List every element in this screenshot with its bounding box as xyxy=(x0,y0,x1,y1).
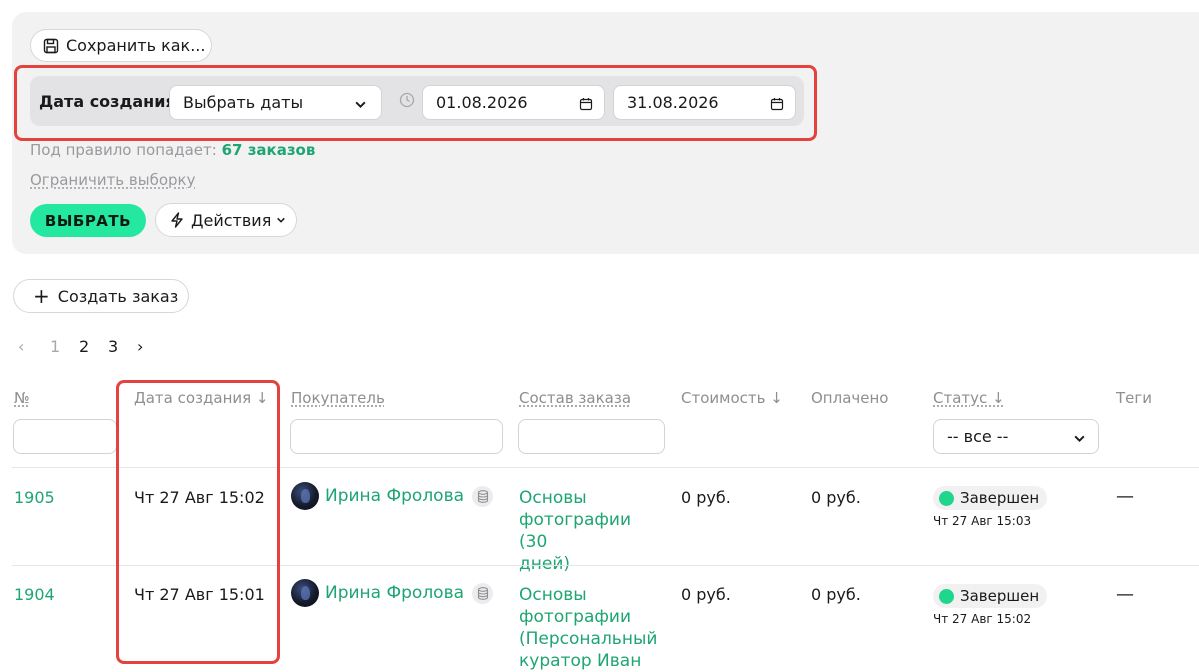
pagination-page-3[interactable]: 3 xyxy=(108,337,118,356)
pagination-page-2[interactable]: 2 xyxy=(79,337,89,356)
chevron-down-icon xyxy=(1073,430,1086,449)
rule-match-link[interactable]: 67 заказов xyxy=(222,141,316,159)
order-paid: 0 руб. xyxy=(811,585,861,604)
plus-icon: + xyxy=(33,284,50,308)
pagination-next[interactable]: › xyxy=(137,337,143,356)
header-paid[interactable]: Оплачено xyxy=(811,389,888,407)
header-tags: Теги xyxy=(1116,389,1153,407)
order-items-filter-input[interactable] xyxy=(518,419,665,454)
order-cost: 0 руб. xyxy=(681,585,731,604)
header-cost[interactable]: Стоимость ↓ xyxy=(681,389,783,407)
status-label: Завершен xyxy=(960,489,1040,507)
date-to-value: 31.08.2026 xyxy=(627,93,719,112)
customer-cell: Ирина Фролова xyxy=(291,482,494,510)
order-id-link[interactable]: 1904 xyxy=(14,585,55,604)
header-customer[interactable]: Покупатель xyxy=(291,389,385,407)
period-select-value: Выбрать даты xyxy=(183,93,304,112)
row-divider xyxy=(12,467,1199,468)
order-item-line: (Персональный xyxy=(519,629,658,649)
status-dot-icon xyxy=(939,588,954,604)
pagination-page-1[interactable]: 1 xyxy=(50,337,60,356)
order-cost: 0 руб. xyxy=(681,488,731,507)
actions-button[interactable]: Действия xyxy=(155,203,297,237)
save-icon xyxy=(43,38,59,54)
order-created-date: Чт 27 Авг 15:02 xyxy=(134,488,265,507)
date-from-input[interactable]: 01.08.2026 xyxy=(422,85,605,120)
database-icon xyxy=(472,485,494,507)
period-select[interactable]: Выбрать даты xyxy=(169,85,382,120)
order-items-link[interactable]: Основы фотографии (30 дней) xyxy=(519,487,659,575)
save-as-label: Сохранить как... xyxy=(66,36,206,55)
customer-cell: Ирина Фролова xyxy=(291,579,494,607)
chevron-down-icon xyxy=(276,215,286,225)
pagination-prev[interactable]: ‹ xyxy=(18,337,24,356)
actions-label: Действия xyxy=(191,210,272,230)
create-order-label: Создать заказ xyxy=(57,286,179,306)
rule-field-label: Дата создания xyxy=(39,92,176,111)
rule-row: Дата создания Выбрать даты 01.08.2026 31… xyxy=(30,76,804,126)
select-button[interactable]: ВЫБРАТЬ xyxy=(30,204,146,237)
row-divider xyxy=(12,565,1199,566)
status-badge: Завершен xyxy=(933,486,1048,510)
status-badge: Завершен xyxy=(933,584,1048,608)
status-timestamp: Чт 27 Авг 15:02 xyxy=(933,612,1032,626)
highlight-frame-date-column xyxy=(116,380,280,664)
order-item-line: фотографии (30 xyxy=(519,510,632,552)
status-cell: Завершен Чт 27 Авг 15:03 xyxy=(933,486,1048,528)
header-created-date[interactable]: Дата создания ↓ xyxy=(134,389,269,407)
tags-value: — xyxy=(1116,486,1134,507)
order-item-line: куратор Иван xyxy=(519,651,642,671)
customer-link[interactable]: Ирина Фролова xyxy=(325,583,464,603)
database-icon xyxy=(472,582,494,604)
rule-match-prefix: Под правило попадает: xyxy=(30,141,217,159)
status-timestamp: Чт 27 Авг 15:03 xyxy=(933,514,1032,528)
status-label: Завершен xyxy=(960,587,1040,605)
order-id-link[interactable]: 1905 xyxy=(14,488,55,507)
status-filter-select[interactable]: -- все -- xyxy=(933,419,1099,454)
tags-value: — xyxy=(1116,584,1134,605)
lightning-icon xyxy=(170,212,184,228)
order-items-link[interactable]: Основы фотографии (Персональный куратор … xyxy=(519,584,659,672)
clock-icon xyxy=(399,92,415,112)
order-item-line: Основы xyxy=(519,488,587,508)
header-order-items[interactable]: Состав заказа xyxy=(519,389,631,407)
header-number[interactable]: № xyxy=(14,389,30,407)
avatar xyxy=(291,482,319,510)
order-item-line: Основы xyxy=(519,585,587,605)
date-from-value: 01.08.2026 xyxy=(436,93,528,112)
calendar-icon[interactable] xyxy=(579,96,593,115)
status-dot-icon xyxy=(939,490,954,506)
order-item-line: фотографии xyxy=(519,607,632,627)
avatar xyxy=(291,579,319,607)
save-as-button[interactable]: Сохранить как... xyxy=(30,29,212,62)
order-item-line: дней) xyxy=(519,554,571,574)
status-cell: Завершен Чт 27 Авг 15:02 xyxy=(933,584,1048,626)
order-created-date: Чт 27 Авг 15:01 xyxy=(134,585,265,604)
date-to-input[interactable]: 31.08.2026 xyxy=(613,85,796,120)
limit-selection-link[interactable]: Ограничить выборку xyxy=(30,171,195,189)
customer-link[interactable]: Ирина Фролова xyxy=(325,486,464,506)
create-order-button[interactable]: + Создать заказ xyxy=(13,279,189,313)
header-status[interactable]: Статус ↓ xyxy=(933,389,1005,407)
status-filter-value: -- все -- xyxy=(947,427,1009,446)
customer-filter-input[interactable] xyxy=(290,419,503,454)
calendar-icon[interactable] xyxy=(770,96,784,115)
rule-match-count: Под правило попадает: 67 заказов xyxy=(30,141,315,159)
number-filter-input[interactable] xyxy=(13,419,117,454)
chevron-down-icon xyxy=(354,96,367,115)
order-paid: 0 руб. xyxy=(811,488,861,507)
